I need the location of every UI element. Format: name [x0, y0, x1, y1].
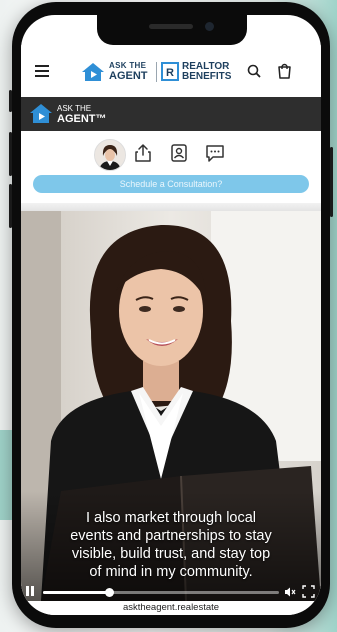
video-progress-fill	[43, 591, 110, 594]
video-progress-knob[interactable]	[104, 588, 114, 597]
fullscreen-icon[interactable]	[302, 585, 315, 598]
phone-mute-switch	[9, 90, 12, 112]
ask-the-agent-wordmark[interactable]: ASK THE AGENT	[109, 61, 148, 82]
subtitle-line: events and partnerships to stay	[70, 528, 272, 544]
phone-screen: ASK THE AGENT R REALTOR BENEFITS ASK THE…	[21, 15, 321, 615]
shopping-bag-icon[interactable]	[277, 63, 292, 79]
agent-bar-line-2: AGENT™	[57, 113, 107, 125]
agent-video[interactable]: I also market through local events and p…	[21, 211, 321, 601]
phone-notch	[97, 15, 247, 45]
search-icon[interactable]	[247, 64, 261, 78]
schedule-consultation-button[interactable]: Schedule a Consultation?	[33, 175, 309, 193]
phone-frame: ASK THE AGENT R REALTOR BENEFITS ASK THE…	[9, 2, 333, 628]
logo-divider	[156, 62, 157, 82]
hamburger-icon[interactable]	[35, 65, 49, 77]
svg-text:R: R	[166, 67, 174, 79]
realtor-benefits-wordmark[interactable]: REALTOR BENEFITS	[182, 62, 231, 82]
share-icon[interactable]	[133, 143, 153, 163]
front-camera	[205, 22, 214, 31]
chat-icon[interactable]	[205, 143, 225, 163]
video-subtitles: I also market through local events and p…	[21, 509, 321, 581]
agent-bar-logo-icon	[30, 104, 52, 123]
logo-line-2: AGENT	[109, 70, 148, 82]
mute-icon[interactable]	[284, 586, 296, 598]
pause-icon[interactable]	[25, 585, 35, 597]
speaker-grille	[149, 24, 193, 29]
avatar[interactable]	[94, 139, 126, 171]
video-controls	[21, 583, 321, 601]
contact-card-icon[interactable]	[169, 143, 189, 163]
subtitle-line: I also market through local	[85, 510, 257, 526]
site-header: ASK THE AGENT R REALTOR BENEFITS	[21, 45, 321, 97]
video-progress-bar[interactable]	[43, 588, 279, 597]
divider-shadow	[21, 203, 321, 211]
agent-profile-strip: Schedule a Consultation?	[21, 131, 321, 211]
phone-power-button	[330, 147, 333, 217]
ask-the-agent-logo-icon	[82, 63, 104, 81]
agent-bar: ASK THE AGENT™	[21, 97, 321, 131]
site-url[interactable]: asktheagent.realestate	[21, 601, 321, 615]
subtitle-line: visible, build trust, and stay top	[71, 546, 271, 562]
agent-bar-wordmark: ASK THE AGENT™	[57, 104, 107, 125]
realtor-benefits-logo-icon: R	[161, 62, 179, 81]
phone-volume-up	[9, 132, 12, 176]
phone-volume-down	[9, 184, 12, 228]
avatar-image	[95, 140, 125, 170]
partner-line-2: BENEFITS	[182, 71, 232, 82]
subtitle-line: of mind in my community.	[89, 564, 253, 580]
